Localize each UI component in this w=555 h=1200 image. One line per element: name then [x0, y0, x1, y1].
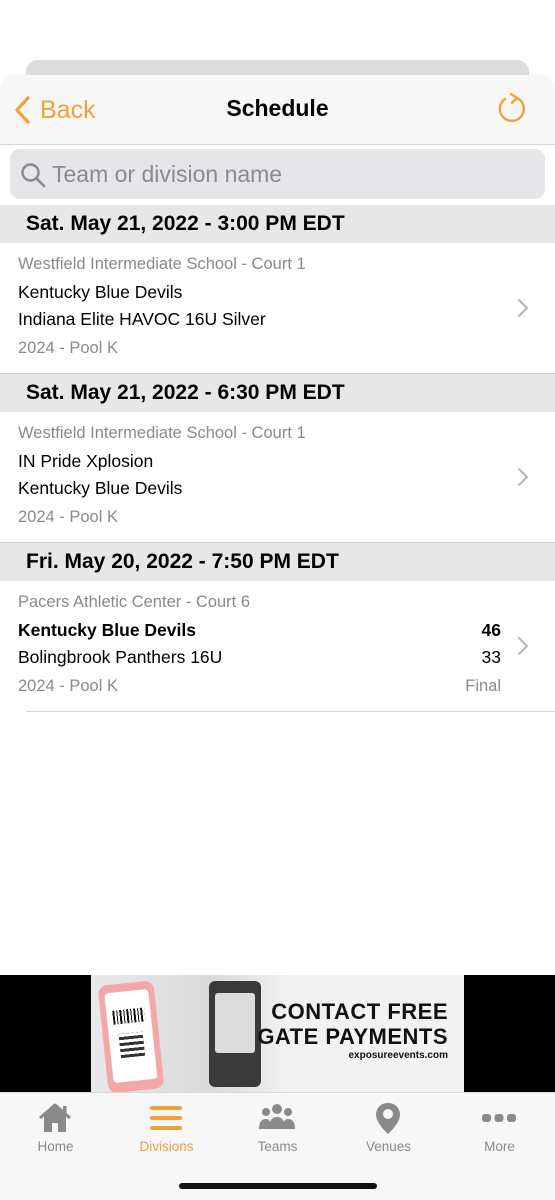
tab-more[interactable]: More [444, 1093, 555, 1163]
chevron-right-icon [517, 298, 529, 318]
ad-headline-2: GATE PAYMENTS [257, 1024, 448, 1049]
game-team-1: Kentucky Blue Devils [18, 620, 196, 640]
more-icon [482, 1114, 516, 1122]
game-row[interactable]: Westfield Intermediate School - Court 1 … [0, 243, 555, 374]
map-pin-icon [376, 1103, 400, 1134]
schedule-list: Sat. May 21, 2022 - 3:00 PM EDT Westfiel… [0, 205, 555, 712]
section-header-date: Sat. May 21, 2022 - 6:30 PM EDT [0, 374, 555, 412]
game-venue: Westfield Intermediate School - Court 1 [18, 424, 306, 442]
people-icon [259, 1104, 295, 1129]
search-field[interactable] [10, 149, 545, 199]
phone-illustration [97, 980, 165, 1092]
qr-code-icon [118, 1031, 146, 1059]
game-pool: 2024 - Pool K [18, 508, 118, 526]
ad-headline-1: CONTACT FREE [271, 999, 448, 1024]
section-header-date: Sat. May 21, 2022 - 3:00 PM EDT [0, 205, 555, 243]
row-divider [26, 711, 555, 712]
home-icon [39, 1103, 71, 1132]
tab-label: Home [37, 1139, 74, 1154]
tab-teams[interactable]: Teams [222, 1093, 333, 1163]
game-pool: 2024 - Pool K [18, 339, 118, 357]
chevron-right-icon [517, 467, 529, 487]
game-team-1: Kentucky Blue Devils [18, 282, 183, 302]
game-team-1: IN Pride Xplosion [18, 451, 154, 471]
scanner-illustration [209, 981, 261, 1087]
home-indicator [179, 1183, 377, 1189]
game-pool: 2024 - Pool K [18, 677, 118, 695]
tab-home[interactable]: Home [0, 1093, 111, 1163]
tab-label: Divisions [139, 1139, 194, 1154]
ad-banner[interactable]: CONTACT FREE GATE PAYMENTS exposureevent… [91, 975, 464, 1092]
game-score-1: 46 [481, 620, 501, 640]
tab-label: More [484, 1139, 515, 1154]
search-bar [0, 145, 555, 205]
page-title: Schedule [226, 95, 329, 121]
chevron-right-icon [517, 636, 529, 656]
schedule-sheet: Back Schedule Sat. May 21, 2022 - 3:00 P… [0, 75, 555, 975]
tab-divisions[interactable]: Divisions [111, 1093, 222, 1163]
tab-venues[interactable]: Venues [333, 1093, 444, 1163]
tab-bar: Home Divisions Teams Venues More [0, 1092, 555, 1200]
barcode-icon [112, 1007, 146, 1025]
game-venue: Pacers Athletic Center - Court 6 [18, 593, 251, 611]
ad-banner-bar: CONTACT FREE GATE PAYMENTS exposureevent… [0, 975, 555, 1092]
search-input[interactable] [52, 149, 532, 199]
game-status: Final [465, 677, 501, 695]
game-team-2: Kentucky Blue Devils [18, 478, 183, 498]
refresh-button[interactable] [495, 91, 529, 127]
refresh-icon [498, 92, 526, 123]
game-score-2: 33 [481, 647, 501, 667]
tab-label: Teams [257, 1139, 298, 1154]
game-row[interactable]: Westfield Intermediate School - Court 1 … [0, 412, 555, 543]
game-team-2: Bolingbrook Panthers 16U [18, 647, 223, 667]
game-team-2: Indiana Elite HAVOC 16U Silver [18, 309, 266, 329]
tab-label: Venues [365, 1139, 412, 1154]
navigation-bar: Back Schedule [0, 75, 555, 145]
section-header-date: Fri. May 20, 2022 - 7:50 PM EDT [0, 543, 555, 581]
search-icon [21, 163, 46, 188]
list-icon [150, 1106, 182, 1130]
game-venue: Westfield Intermediate School - Court 1 [18, 255, 306, 273]
game-row[interactable]: Pacers Athletic Center - Court 6 Kentuck… [0, 581, 555, 712]
ad-url: exposureevents.com [348, 1050, 449, 1061]
